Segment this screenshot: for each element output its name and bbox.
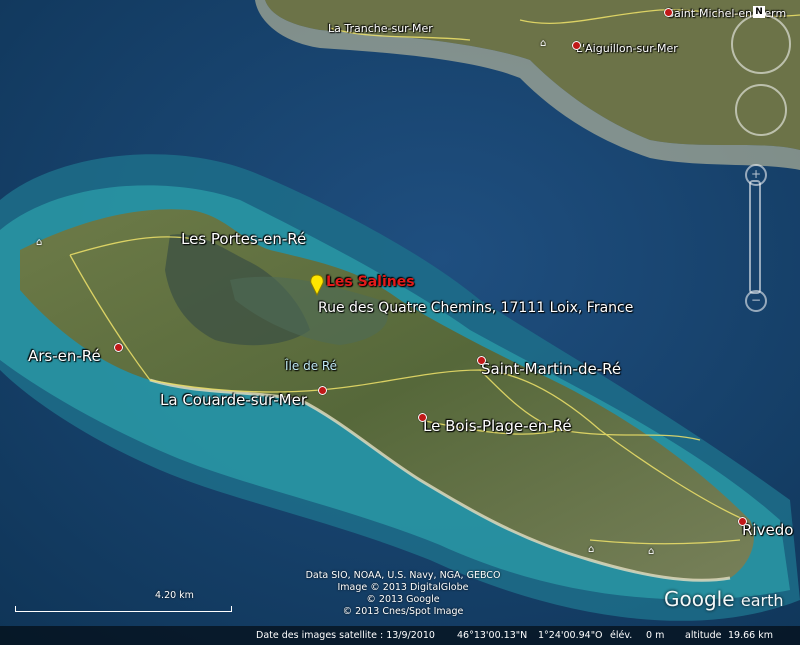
status-bar: Date des images satellite : 13/9/2010 46…	[0, 626, 800, 645]
placemark-label[interactable]: Les Salines	[326, 274, 415, 290]
credit-line: © 2013 Cnes/Spot Image	[342, 606, 464, 617]
zoom-slider[interactable]	[749, 180, 761, 294]
town-dot-icon[interactable]	[114, 343, 123, 352]
north-button[interactable]: N	[753, 6, 765, 18]
altitude-value: 19.66 km	[728, 630, 773, 641]
logo-earth: earth	[740, 591, 784, 610]
altitude-label: altitude	[685, 630, 722, 641]
imagery-credits: Data SIO, NOAA, U.S. Navy, NGA, GEBCO Im…	[278, 570, 528, 618]
town-dot-icon[interactable]	[418, 413, 427, 422]
placemark-pin-icon[interactable]	[308, 274, 326, 296]
landmark-icon[interactable]: ⌂	[648, 546, 654, 557]
place-label: La Couarde-sur-Mer	[160, 391, 308, 409]
place-label: Ars-en-Ré	[28, 347, 101, 365]
address-label: Rue des Quatre Chemins, 17111 Loix, Fran…	[318, 300, 634, 316]
town-dot-icon[interactable]	[664, 8, 673, 17]
elevation-label: élév.	[610, 630, 633, 641]
credit-line: Image © 2013 DigitalGlobe	[337, 582, 469, 593]
longitude-readout: 1°24'00.94"O	[538, 630, 603, 641]
logo-google: Google	[664, 587, 735, 611]
elevation-value: 0 m	[646, 630, 665, 641]
place-label: Saint-Martin-de-Ré	[481, 360, 622, 378]
place-label: Le Bois-Plage-en-Ré	[423, 417, 572, 435]
landmark-icon[interactable]: ⌂	[588, 544, 594, 555]
town-dot-icon[interactable]	[318, 386, 327, 395]
pan-ring-icon[interactable]	[735, 84, 787, 136]
landmark-icon[interactable]: ⌂	[36, 237, 42, 248]
scale-label: 4.20 km	[155, 590, 194, 601]
google-earth-logo: Google earth	[664, 587, 784, 611]
island-label: Île de Ré	[285, 359, 338, 373]
place-label: Rivedo	[742, 521, 794, 539]
scale-line	[15, 606, 232, 612]
scale-bar: 4.20 km	[15, 590, 232, 620]
satellite-imagery	[0, 0, 800, 645]
town-dot-icon[interactable]	[738, 517, 747, 526]
compass-ring-icon[interactable]	[731, 14, 791, 74]
landmark-icon[interactable]: ⌂	[540, 38, 546, 49]
town-dot-icon[interactable]	[572, 41, 581, 50]
latitude-readout: 46°13'00.13"N	[457, 630, 528, 641]
place-label: La Tranche-sur-Mer	[328, 22, 433, 35]
earth-map-view[interactable]: La Tranche-sur-Mer Saint-Michel-en-Herm …	[0, 0, 800, 645]
zoom-out-button[interactable]: −	[745, 290, 767, 312]
place-label: Les Portes-en-Ré	[181, 230, 307, 248]
place-label: L'Aiguillon-sur-Mer	[576, 42, 678, 55]
credit-line: © 2013 Google	[366, 594, 440, 605]
navigation-controls[interactable]: N + −	[725, 0, 800, 320]
town-dot-icon[interactable]	[477, 356, 486, 365]
credit-line: Data SIO, NOAA, U.S. Navy, NGA, GEBCO	[305, 570, 501, 581]
imagery-date: Date des images satellite : 13/9/2010	[256, 630, 435, 641]
